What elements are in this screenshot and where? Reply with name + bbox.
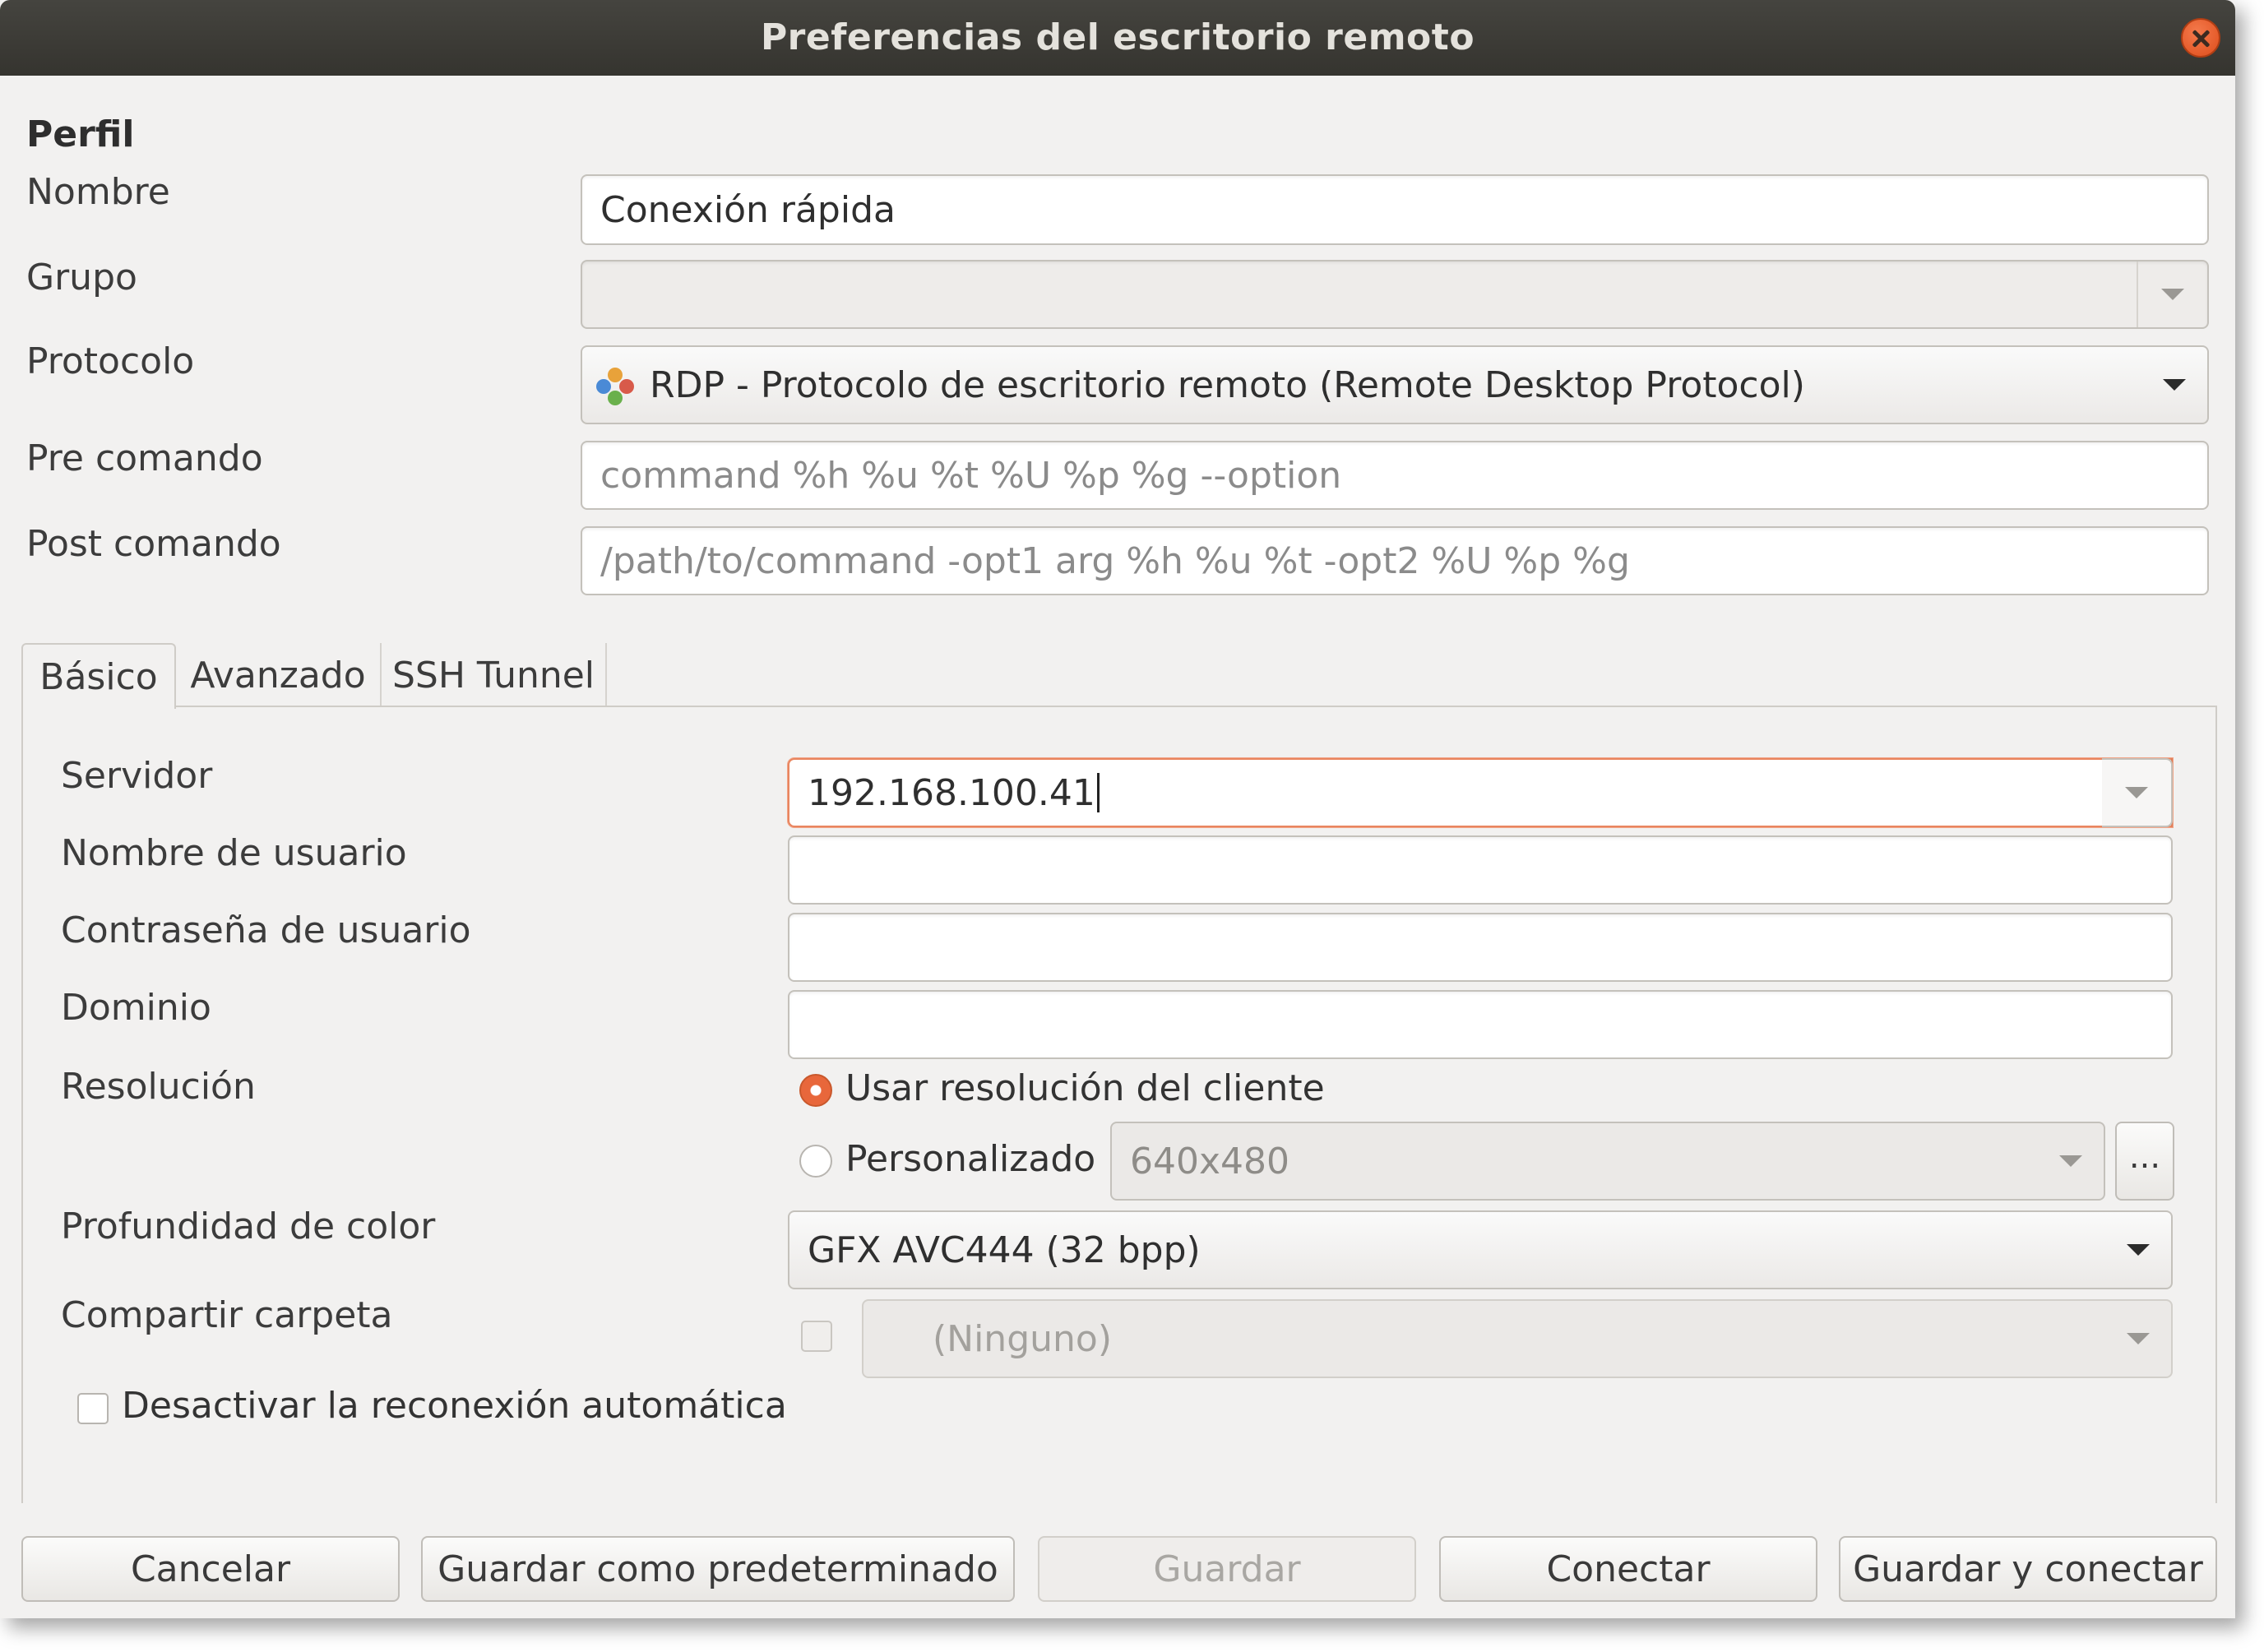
- pre-command-placeholder: command %h %u %t %U %p %g --option: [600, 454, 1342, 497]
- name-label: Nombre: [26, 171, 170, 213]
- post-command-input[interactable]: /path/to/command -opt1 arg %h %u %t -opt…: [581, 526, 2209, 595]
- save-as-default-button[interactable]: Guardar como predeterminado: [421, 1536, 1015, 1602]
- password-input[interactable]: [788, 913, 2173, 982]
- pre-command-label: Pre comando: [26, 437, 263, 479]
- username-label: Nombre de usuario: [61, 832, 407, 874]
- tab-avanzado[interactable]: Avanzado: [176, 643, 382, 707]
- protocol-select[interactable]: RDP - Protocolo de escritorio remoto (Re…: [581, 345, 2209, 424]
- post-command-placeholder: /path/to/command -opt1 arg %h %u %t -opt…: [600, 539, 1630, 582]
- server-input-value: 192.168.100.41: [808, 760, 1100, 826]
- username-input[interactable]: [788, 835, 2173, 905]
- domain-input[interactable]: [788, 990, 2173, 1059]
- domain-label: Dominio: [61, 987, 211, 1029]
- server-input[interactable]: 192.168.100.41: [788, 758, 2173, 827]
- resolution-custom-value: 640x480: [1130, 1140, 1290, 1182]
- resolution-more-button[interactable]: ...: [2115, 1122, 2174, 1201]
- connect-button[interactable]: Conectar: [1439, 1536, 1817, 1602]
- chevron-down-icon: [2127, 1333, 2150, 1344]
- disable-reconnect-label[interactable]: Desactivar la reconexión automática: [122, 1385, 787, 1427]
- color-depth-select[interactable]: GFX AVC444 (32 bpp): [788, 1210, 2173, 1289]
- name-input[interactable]: Conexión rápida: [581, 174, 2209, 245]
- resolution-label: Resolución: [61, 1066, 256, 1108]
- share-folder-label: Compartir carpeta: [61, 1294, 393, 1336]
- color-depth-label: Profundidad de color: [61, 1205, 436, 1247]
- remote-desktop-preferences-window: Preferencias del escritorio remoto Perfi…: [0, 0, 2235, 1618]
- server-history-dropdown[interactable]: [2102, 758, 2173, 827]
- window-title: Preferencias del escritorio remoto: [760, 16, 1475, 58]
- text-caret: [1096, 773, 1100, 812]
- post-command-label: Post comando: [26, 523, 281, 565]
- protocol-select-value: RDP - Protocolo de escritorio remoto (Re…: [650, 363, 1805, 406]
- disable-reconnect-checkbox[interactable]: [77, 1393, 109, 1424]
- resolution-custom-radio[interactable]: [799, 1145, 832, 1178]
- group-combo[interactable]: [581, 260, 2209, 329]
- chevron-down-icon: [2059, 1155, 2082, 1167]
- pre-command-input[interactable]: command %h %u %t %U %p %g --option: [581, 441, 2209, 510]
- rdp-protocol-icon: [596, 368, 634, 405]
- close-icon[interactable]: [2181, 18, 2220, 58]
- save-button[interactable]: Guardar: [1038, 1536, 1416, 1602]
- tab-basico[interactable]: Básico: [21, 643, 176, 709]
- server-label: Servidor: [61, 755, 213, 797]
- group-label: Grupo: [26, 257, 137, 298]
- password-label: Contraseña de usuario: [61, 909, 471, 951]
- share-folder-select[interactable]: (Ninguno): [862, 1299, 2173, 1378]
- chevron-down-icon: [2161, 289, 2184, 300]
- cancel-button[interactable]: Cancelar: [21, 1536, 400, 1602]
- resolution-custom-select[interactable]: 640x480: [1110, 1122, 2105, 1201]
- resolution-client-label[interactable]: Usar resolución del cliente: [845, 1067, 1325, 1109]
- profile-section-title: Perfil: [26, 113, 135, 155]
- protocol-label: Protocolo: [26, 340, 195, 382]
- name-input-value: Conexión rápida: [600, 188, 896, 231]
- chevron-down-icon: [2163, 379, 2186, 391]
- share-folder-checkbox[interactable]: [801, 1321, 832, 1352]
- save-and-connect-button[interactable]: Guardar y conectar: [1839, 1536, 2217, 1602]
- chevron-down-icon: [2127, 1244, 2150, 1256]
- resolution-client-radio[interactable]: [799, 1074, 832, 1107]
- resolution-custom-label[interactable]: Personalizado: [845, 1138, 1095, 1180]
- share-folder-value: (Ninguno): [933, 1317, 1112, 1360]
- tab-ssh-tunnel[interactable]: SSH Tunnel: [382, 643, 607, 707]
- title-bar[interactable]: Preferencias del escritorio remoto: [0, 0, 2235, 76]
- group-dropdown-button[interactable]: [2137, 261, 2207, 327]
- color-depth-value: GFX AVC444 (32 bpp): [808, 1229, 1201, 1271]
- chevron-down-icon: [2125, 787, 2148, 798]
